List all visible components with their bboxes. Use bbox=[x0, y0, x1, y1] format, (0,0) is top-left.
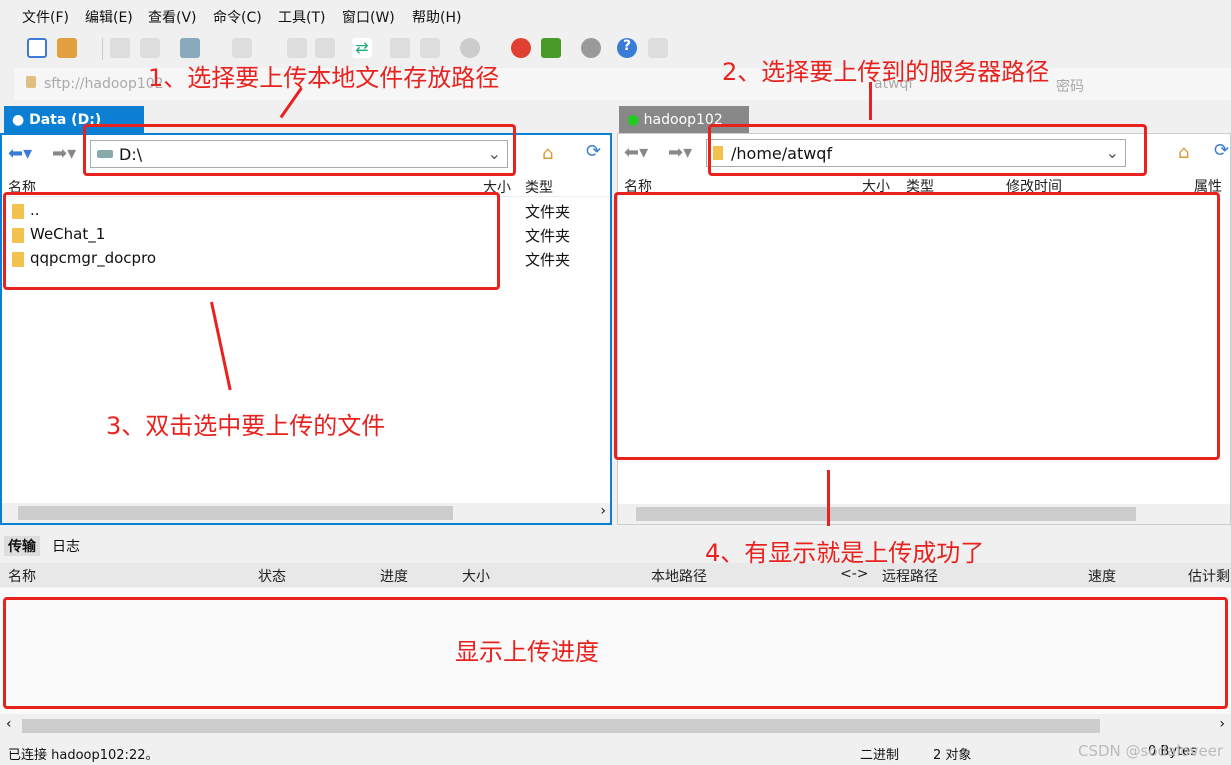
separator bbox=[102, 38, 103, 60]
tab-log[interactable]: 日志 bbox=[52, 536, 80, 556]
annotation-3: 3、双击选中要上传的文件 bbox=[106, 412, 386, 440]
file-type: 文件夹 bbox=[525, 227, 571, 245]
refresh-icon[interactable]: ⟳ bbox=[586, 141, 601, 162]
arrow-icon bbox=[869, 82, 872, 120]
forward-icon[interactable]: ➡▾ bbox=[668, 142, 692, 163]
menu-command[interactable]: 命令(C) bbox=[213, 7, 262, 27]
help-icon[interactable]: ? bbox=[617, 38, 637, 58]
col-progress[interactable]: 进度 bbox=[380, 566, 408, 586]
transfer-icon[interactable]: ⇄ bbox=[352, 38, 372, 58]
file-type: 文件夹 bbox=[525, 203, 571, 221]
lock-icon bbox=[26, 76, 36, 88]
annotation-box-progress bbox=[3, 597, 1228, 709]
col-status[interactable]: 状态 bbox=[258, 566, 286, 586]
col-direction[interactable]: <-> bbox=[840, 566, 869, 582]
link-icon[interactable] bbox=[110, 38, 130, 58]
menu-help[interactable]: 帮助(H) bbox=[412, 7, 461, 27]
open-folder-icon[interactable] bbox=[57, 38, 77, 58]
connection-status: 已连接 hadoop102:22。 bbox=[8, 748, 159, 763]
password-input[interactable]: 密码 bbox=[1056, 76, 1084, 96]
forward-icon[interactable]: ➡▾ bbox=[52, 143, 76, 164]
back-icon[interactable]: ⬅▾ bbox=[624, 142, 648, 163]
document-icon[interactable] bbox=[315, 38, 335, 58]
refresh-icon[interactable]: ⟳ bbox=[1214, 140, 1229, 161]
tab-transfer[interactable]: 传输 bbox=[4, 536, 40, 556]
col-type[interactable]: 类型 bbox=[525, 177, 553, 197]
watermark: CSDN @sodaloveer bbox=[1078, 742, 1224, 760]
transfer-column-header: 名称 状态 进度 大小 本地路径 <-> 远程路径 速度 估计剩 bbox=[0, 563, 1231, 587]
annotation-box-remote-files bbox=[614, 192, 1220, 460]
unlink-icon[interactable] bbox=[140, 38, 160, 58]
status-bar: 已连接 hadoop102:22。 二进制 2 对象 0 Bytes CSDN … bbox=[0, 740, 1231, 765]
home-icon[interactable]: ⌂ bbox=[1178, 142, 1189, 163]
new-session-icon[interactable] bbox=[27, 38, 47, 58]
transfer-mode[interactable]: 二进制 bbox=[860, 744, 899, 763]
menu-tools[interactable]: 工具(T) bbox=[278, 7, 325, 27]
chat-icon[interactable] bbox=[648, 38, 668, 58]
horizontal-scrollbar[interactable]: ‹ › bbox=[0, 716, 1231, 736]
terminal-icon[interactable] bbox=[232, 38, 252, 58]
back-icon[interactable]: ⬅▾ bbox=[8, 143, 32, 164]
annotation-1: 1、选择要上传本地文件存放路径 bbox=[148, 64, 500, 92]
paste-icon[interactable] bbox=[420, 38, 440, 58]
host-input[interactable]: sftp://hadoop102 bbox=[44, 76, 164, 92]
app-icon[interactable] bbox=[541, 38, 561, 58]
col-speed[interactable]: 速度 bbox=[1088, 566, 1116, 586]
col-name[interactable]: 名称 bbox=[8, 566, 36, 586]
circle-icon[interactable] bbox=[460, 38, 480, 58]
object-count: 2 对象 bbox=[933, 748, 972, 763]
horizontal-scrollbar[interactable] bbox=[618, 504, 1230, 524]
menu-window[interactable]: 窗口(W) bbox=[342, 7, 395, 27]
putty-icon[interactable] bbox=[511, 38, 531, 58]
arrow-icon bbox=[827, 470, 830, 526]
col-remote-path[interactable]: 远程路径 bbox=[882, 566, 938, 586]
annotation-box-local-files bbox=[3, 192, 500, 290]
menu-view[interactable]: 查看(V) bbox=[148, 7, 197, 27]
gear-icon[interactable] bbox=[581, 38, 601, 58]
col-local-path[interactable]: 本地路径 bbox=[651, 566, 707, 586]
annotation-4: 4、有显示就是上传成功了 bbox=[705, 539, 985, 567]
col-eta[interactable]: 估计剩 bbox=[1188, 566, 1230, 586]
annotation-box-remote-path bbox=[708, 124, 1147, 176]
col-size[interactable]: 大小 bbox=[462, 566, 490, 586]
bottom-tabs: 传输 日志 bbox=[0, 533, 1231, 557]
annotation-5: 显示上传进度 bbox=[455, 638, 599, 666]
menu-edit[interactable]: 编辑(E) bbox=[85, 7, 133, 27]
copy-icon[interactable] bbox=[390, 38, 410, 58]
document-icon[interactable] bbox=[287, 38, 307, 58]
menu-file[interactable]: 文件(F) bbox=[22, 7, 69, 27]
sync-settings-icon[interactable] bbox=[180, 38, 200, 58]
horizontal-scrollbar[interactable]: › bbox=[2, 503, 610, 523]
home-icon[interactable]: ⌂ bbox=[542, 143, 553, 164]
annotation-2: 2、选择要上传到的服务器路径 bbox=[722, 58, 1050, 86]
annotation-box-local-path bbox=[83, 124, 516, 176]
file-type: 文件夹 bbox=[525, 251, 571, 269]
